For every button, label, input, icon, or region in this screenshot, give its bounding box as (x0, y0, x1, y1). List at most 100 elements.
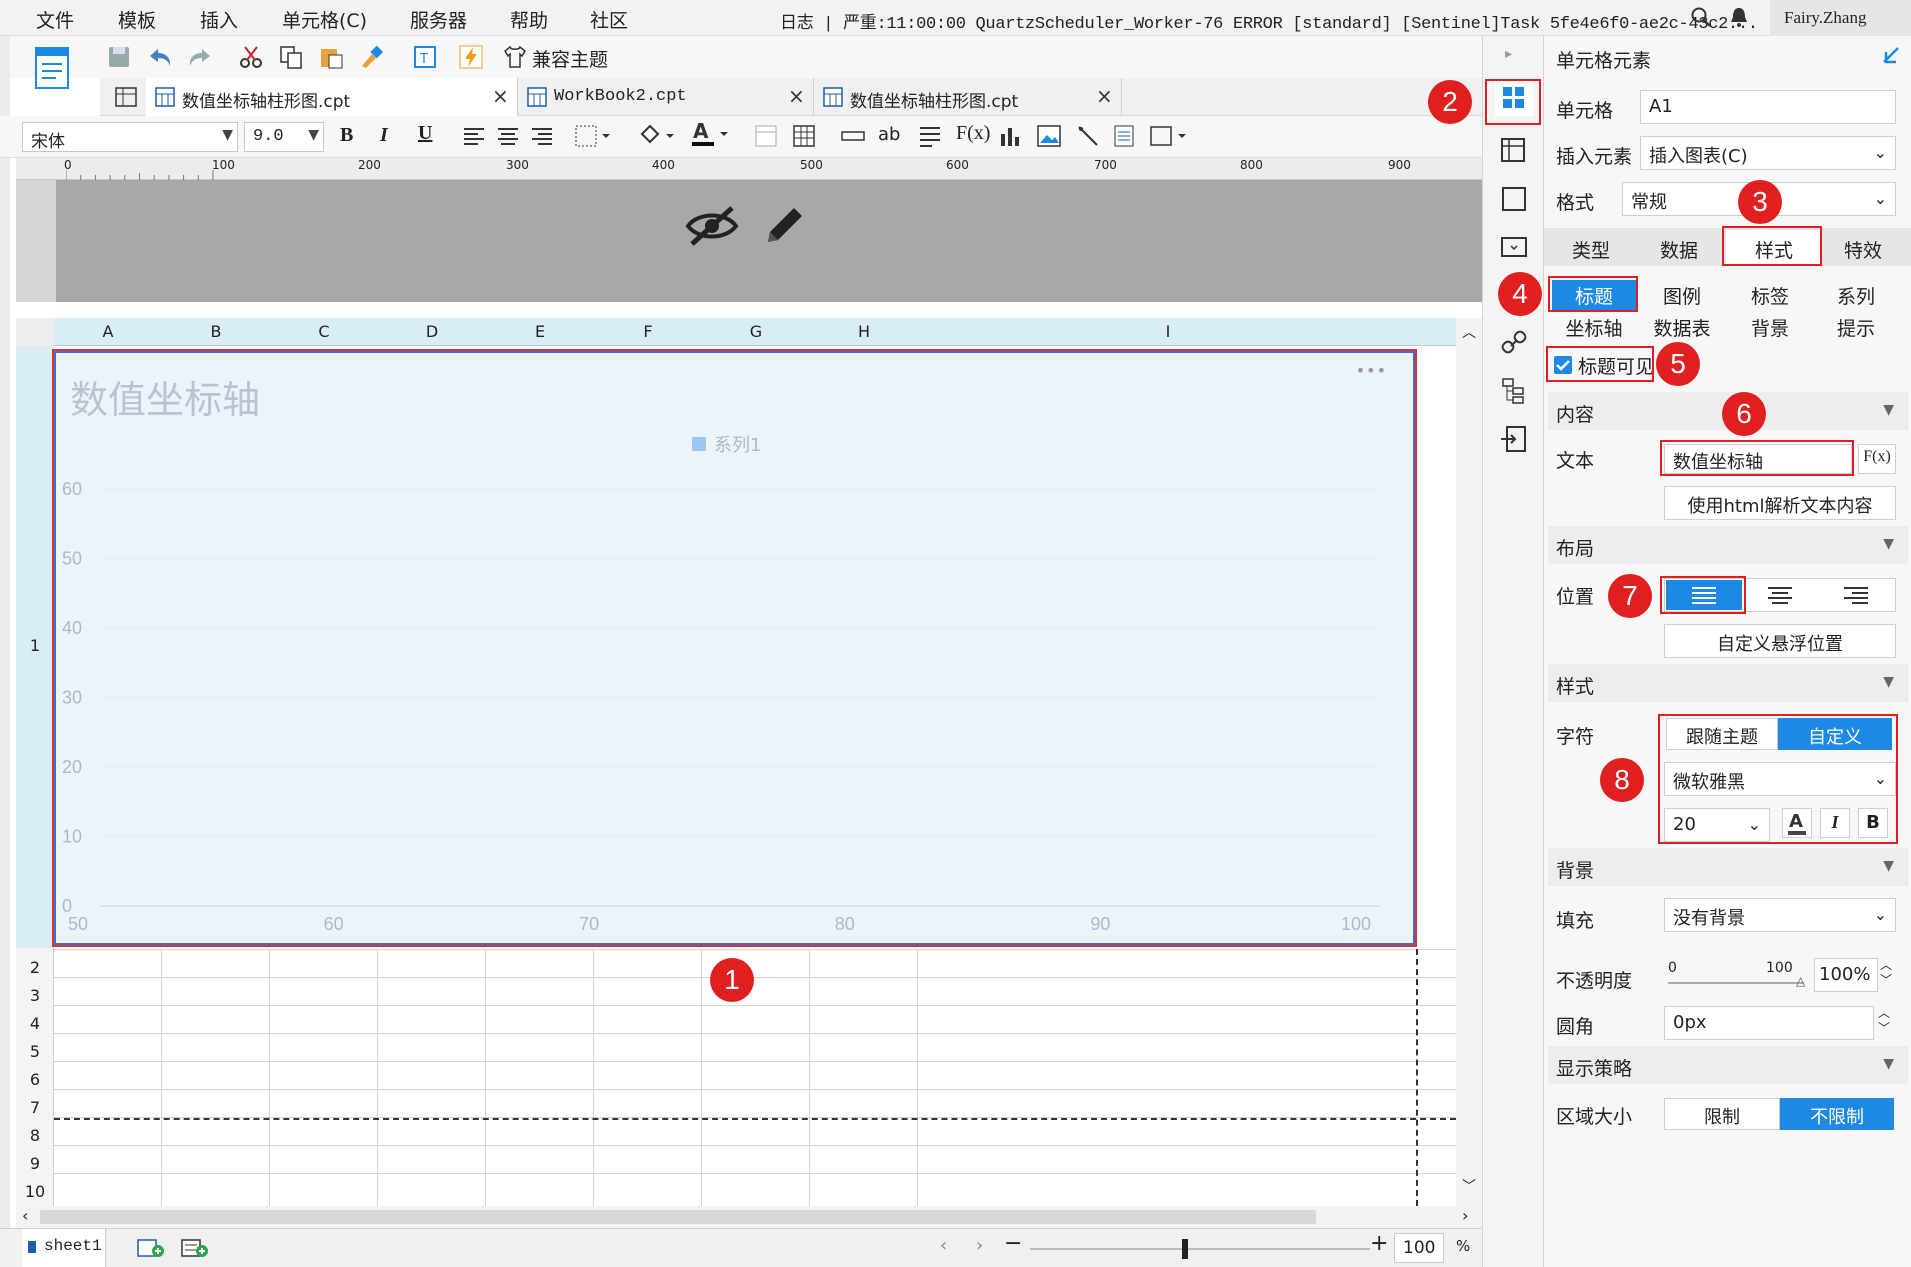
fill-select[interactable]: 没有背景 ⌄ (1664, 898, 1896, 932)
tab-close-button[interactable]: × (492, 84, 509, 108)
chevron-right-icon[interactable]: › (1462, 1206, 1468, 1225)
frame-icon[interactable] (1148, 124, 1190, 148)
align-center-button[interactable] (1742, 580, 1818, 610)
tab-chart-1[interactable]: 数值坐标轴柱形图.cpt × (146, 78, 518, 116)
opacity-slider-track[interactable] (1668, 982, 1804, 984)
align-right-icon[interactable] (530, 126, 554, 148)
add-report-icon[interactable] (180, 1237, 210, 1259)
row-header-cell[interactable]: 9 (16, 1154, 54, 1173)
menu-file[interactable]: 文件 (36, 6, 74, 33)
radius-spinner[interactable]: ︿ ﹀ (1878, 1006, 1890, 1036)
tab-effect[interactable]: 特效 (1820, 236, 1906, 263)
user-badge[interactable]: Fairy.Zhang (1770, 0, 1911, 36)
radius-input[interactable]: 0px (1664, 1006, 1874, 1040)
tab-type[interactable]: 类型 (1548, 236, 1634, 263)
menu-server[interactable]: 服务器 (410, 6, 467, 33)
zoom-slider-track[interactable] (1030, 1248, 1370, 1250)
collapse-panel-icon[interactable] (1880, 44, 1902, 66)
sub-report-icon[interactable] (1112, 124, 1136, 148)
merge-icon[interactable] (754, 124, 778, 148)
tab-workbook2[interactable]: WorkBook2.cpt × (518, 78, 814, 116)
display-strategy-section-header[interactable]: 显示策略 ▼ (1548, 1046, 1908, 1084)
column-header-cell[interactable]: A (54, 322, 162, 341)
background-section-header[interactable]: 背景 ▼ (1548, 848, 1908, 886)
chart-cell-a1[interactable]: 数值坐标轴 ••• 系列1 0 10 20 30 40 50 60 50 60 70 80 90 100 (52, 349, 1417, 947)
column-header-cell[interactable]: G (702, 322, 810, 341)
column-header-cell[interactable]: H (810, 322, 918, 341)
text-element-icon[interactable]: ab (878, 124, 900, 145)
chevron-down-icon[interactable]: ﹀ (1462, 1176, 1476, 1196)
grid-layout-icon[interactable] (114, 86, 138, 108)
chevron-left-icon[interactable]: ‹ (940, 1235, 947, 1256)
subtab-datasheet[interactable]: 数据表 (1640, 314, 1724, 341)
horizontal-scrollbar[interactable]: ‹ › (16, 1206, 1482, 1228)
vertical-scrollbar[interactable]: ︿ ﹀ (1456, 318, 1482, 1206)
format-painter-icon[interactable] (358, 44, 384, 70)
column-header-cell[interactable]: F (594, 322, 702, 341)
subtab-tooltip[interactable]: 提示 (1814, 314, 1898, 341)
italic-icon[interactable]: I (380, 124, 388, 147)
column-header-cell[interactable]: C (270, 322, 378, 341)
image-icon[interactable] (1036, 124, 1062, 148)
column-header-cell[interactable]: I (918, 322, 1418, 341)
template-icon[interactable] (34, 46, 72, 94)
html-parse-button[interactable]: 使用html解析文本内容 (1664, 486, 1896, 520)
font-family-select[interactable]: 宋体 ▼ (22, 122, 238, 152)
insert-element-select[interactable]: 插入图表(C) ⌄ (1640, 136, 1896, 170)
opacity-input[interactable]: 100% (1814, 958, 1878, 992)
form-icon[interactable] (1499, 232, 1529, 262)
chevron-left-icon[interactable]: ‹ (22, 1206, 28, 1225)
bell-icon[interactable] (1728, 6, 1750, 28)
textbox-icon[interactable] (840, 126, 866, 146)
subtab-background[interactable]: 背景 (1728, 314, 1812, 341)
row-header-cell[interactable]: 5 (16, 1042, 54, 1061)
row-header-cell[interactable]: 7 (16, 1098, 54, 1117)
cell-address-input[interactable]: A1 (1640, 90, 1896, 124)
formula-button[interactable]: F(x) (1858, 444, 1896, 474)
eye-hidden-icon[interactable] (684, 204, 740, 248)
tab-chart-2[interactable]: 数值坐标轴柱形图.cpt × (814, 78, 1122, 116)
chevron-right-icon[interactable]: › (976, 1235, 983, 1256)
row-header-cell[interactable]: 8 (16, 1126, 54, 1145)
font-color-icon[interactable]: A (690, 120, 730, 150)
menu-community[interactable]: 社区 (590, 6, 628, 33)
slash-icon[interactable] (1076, 124, 1100, 148)
chevron-up-icon[interactable]: ︿ (1462, 322, 1476, 342)
opacity-spinner[interactable]: ︿ ﹀ (1880, 958, 1892, 988)
compat-theme-button[interactable]: 兼容主题 (532, 45, 608, 72)
select-all-corner[interactable] (16, 318, 54, 346)
row-header-cell[interactable]: 1 (16, 346, 54, 948)
row-header-cell[interactable]: 10 (16, 1182, 54, 1201)
add-sheet-icon[interactable] (136, 1237, 166, 1259)
bold-icon[interactable]: B (340, 124, 353, 147)
formula-icon[interactable]: F(x) (956, 122, 990, 145)
cell-attribute-icon[interactable] (1499, 136, 1529, 166)
preview-icon[interactable]: T (412, 44, 438, 70)
save-icon[interactable] (106, 44, 132, 70)
lightning-icon[interactable] (458, 44, 484, 70)
import-icon[interactable] (1499, 424, 1529, 454)
no-limit-button[interactable]: 不限制 (1780, 1098, 1894, 1130)
row-header-cell[interactable]: 3 (16, 986, 54, 1005)
rich-text-icon[interactable] (918, 124, 942, 148)
menu-insert[interactable]: 插入 (200, 6, 238, 33)
log-status-text[interactable]: 日志 | 严重:11:00:00 QuartzScheduler_Worker-… (780, 8, 1758, 34)
column-header-cell[interactable]: B (162, 322, 270, 341)
chart-icon[interactable] (998, 124, 1022, 148)
custom-float-position-button[interactable]: 自定义悬浮位置 (1664, 624, 1896, 658)
subtab-axis[interactable]: 坐标轴 (1552, 314, 1636, 341)
row-header-cell[interactable]: 4 (16, 1014, 54, 1033)
subtab-legend[interactable]: 图例 (1640, 282, 1724, 309)
cut-icon[interactable] (238, 44, 264, 70)
tree-icon[interactable] (1499, 376, 1529, 406)
left-collapse-strip[interactable] (0, 36, 10, 1267)
border-icon[interactable] (574, 124, 612, 148)
subtab-series[interactable]: 系列 (1814, 282, 1898, 309)
subtab-label[interactable]: 标签 (1728, 282, 1812, 309)
sheet-tab[interactable]: sheet1 (22, 1229, 106, 1267)
opacity-slider-thumb[interactable]: △ (1796, 974, 1805, 988)
redo-icon[interactable] (186, 44, 214, 70)
column-header-cell[interactable]: D (378, 322, 486, 341)
limit-button[interactable]: 限制 (1664, 1098, 1780, 1130)
align-right-button[interactable] (1818, 580, 1894, 610)
